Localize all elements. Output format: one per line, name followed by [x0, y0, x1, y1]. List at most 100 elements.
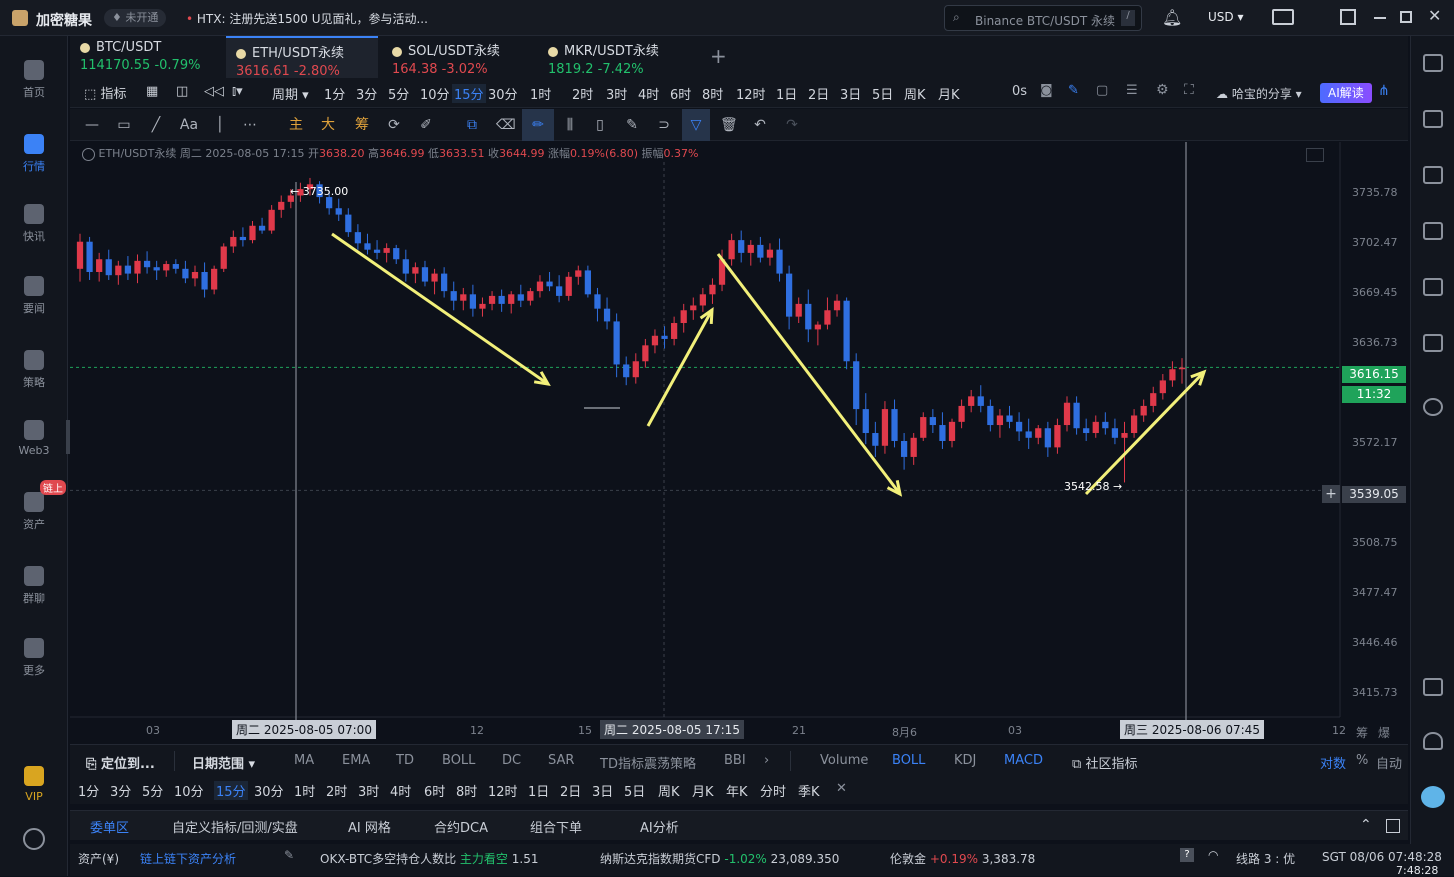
add-tab-icon[interactable]: +	[710, 44, 727, 68]
chip-button[interactable]: 筹	[354, 117, 370, 133]
indicator-button[interactable]: ⬚ 指标	[84, 83, 126, 102]
bottom-tab[interactable]: 自定义指标/回测/实盘	[172, 817, 298, 836]
bottom-tab[interactable]: 组合下单	[530, 817, 582, 836]
menu-icon[interactable]: ☰	[1126, 83, 1138, 98]
chart-type-icon[interactable]: ⫾▾	[232, 84, 243, 99]
membership-badge[interactable]: ♦ 未开通	[104, 9, 167, 27]
period-option[interactable]: 3日	[840, 84, 861, 103]
date-range-dropdown[interactable]: 日期范围 ▾	[192, 753, 255, 772]
news-ticker[interactable]: • HTX: 注册先送1500 U见面礼，参与活动...	[186, 10, 428, 27]
vertical-line-icon[interactable]: │	[212, 117, 228, 133]
assistant-icon[interactable]	[1421, 786, 1445, 808]
period-option[interactable]: 8时	[702, 84, 723, 103]
brush-icon[interactable]: ✐	[418, 117, 434, 133]
auto-scale-toggle[interactable]: 自动	[1376, 753, 1402, 772]
close-period-bar-icon[interactable]: ✕	[836, 781, 847, 796]
dollar-icon[interactable]	[1423, 166, 1443, 184]
quick-period-option[interactable]: 5日	[624, 781, 645, 800]
monitor-icon[interactable]	[1423, 278, 1443, 296]
period-option[interactable]: 12时	[736, 84, 766, 103]
quick-period-option[interactable]: 1日	[528, 781, 549, 800]
cycle-icon[interactable]: ⟳	[386, 117, 402, 133]
price-chart[interactable]: ETH/USDT永续 周二 2025-08-05 17:15 开3638.20 …	[70, 142, 1408, 742]
period-option[interactable]: 15分	[452, 84, 486, 103]
period-option[interactable]: 4时	[638, 84, 659, 103]
close-icon[interactable]: ✕	[1428, 6, 1441, 25]
edit-feed-icon[interactable]: ✎	[284, 848, 294, 862]
main-indicator[interactable]: DC	[502, 753, 521, 768]
trash-icon[interactable]: 🗑︎	[720, 117, 738, 133]
candles-icon[interactable]: ⫼	[560, 117, 580, 133]
nav-web3[interactable]: Web3	[0, 420, 68, 457]
quick-period-option[interactable]: 3时	[358, 781, 379, 800]
clipboard-icon[interactable]: ▯	[592, 117, 608, 133]
period-option[interactable]: 30分	[488, 84, 518, 103]
symbol-tab[interactable]: SOL/USDT永续 164.38 -3.02%	[382, 36, 534, 78]
main-indicator[interactable]: TD	[396, 753, 414, 768]
community-indicator[interactable]: ⧉ 社区指标	[1072, 753, 1137, 772]
undo-icon[interactable]: ↶	[752, 117, 768, 133]
period-option[interactable]: 1时	[530, 84, 551, 103]
symbol-tab[interactable]: BTC/USDT 114170.55 -0.79%	[70, 36, 222, 78]
etf-icon[interactable]	[1423, 334, 1443, 352]
quick-period-option[interactable]: 4时	[390, 781, 411, 800]
ai-button[interactable]: AI解读	[1320, 83, 1372, 103]
eraser-icon[interactable]: ⌫	[496, 117, 516, 133]
document-icon[interactable]	[1423, 110, 1443, 128]
bell-icon[interactable]: 🔔︎	[1162, 8, 1182, 27]
quick-period-option[interactable]: 3分	[110, 781, 131, 800]
redo-icon[interactable]: ↷	[784, 117, 800, 133]
locate-button[interactable]: ⎘ 定位到...	[86, 753, 155, 772]
trend-icon[interactable]	[1423, 222, 1443, 240]
bottom-tab[interactable]: AI分析	[640, 817, 679, 836]
search-box[interactable]: ⌕ Binance BTC/USDT 永续 /	[944, 5, 1142, 31]
period-option[interactable]: 10分	[420, 84, 450, 103]
period-option[interactable]: 1日	[776, 84, 797, 103]
quick-period-option[interactable]: 12时	[488, 781, 518, 800]
quick-period-option[interactable]: 月K	[692, 781, 714, 800]
log-scale-toggle[interactable]: 对数	[1320, 753, 1346, 772]
chain-analysis-link[interactable]: 链上链下资产分析	[140, 850, 236, 867]
quick-period-option[interactable]: 8时	[456, 781, 477, 800]
camera-icon[interactable]: ◙	[1040, 83, 1053, 98]
quick-period-option[interactable]: 5分	[142, 781, 163, 800]
maximize-icon[interactable]	[1400, 11, 1412, 23]
sub-indicator[interactable]: MACD	[1004, 753, 1043, 768]
calendar-icon[interactable]: ▦	[146, 84, 158, 99]
period-dropdown[interactable]: 周期 ▾	[272, 84, 309, 103]
nav-news[interactable]: 要闻	[0, 276, 68, 316]
quick-period-option[interactable]: 6时	[424, 781, 445, 800]
nav-group-chat[interactable]: 群聊	[0, 566, 68, 606]
main-indicator[interactable]: BOLL	[442, 753, 475, 768]
nav-market[interactable]: 行情	[0, 134, 68, 174]
period-option[interactable]: 月K	[938, 84, 960, 103]
main-indicator[interactable]: MA	[294, 753, 314, 768]
draw-mode-icon[interactable]: ✏	[522, 109, 554, 141]
bottom-tab[interactable]: 合约DCA	[434, 817, 488, 836]
headset-icon[interactable]	[1423, 732, 1443, 750]
sub-indicator[interactable]: Volume	[820, 753, 868, 768]
quick-period-option[interactable]: 3日	[592, 781, 613, 800]
period-option[interactable]: 2时	[572, 84, 593, 103]
exchange-icon[interactable]	[1423, 398, 1443, 416]
symbol-tab[interactable]: MKR/USDT永续 1819.2 -7.42%	[538, 36, 690, 78]
settings-icon[interactable]: ⚙	[1156, 82, 1169, 98]
line-status[interactable]: 线路 3 : 优	[1236, 850, 1295, 867]
horizontal-line-icon[interactable]: —	[84, 117, 100, 133]
chip-axis-label[interactable]: 筹	[1356, 724, 1368, 741]
magnet-icon[interactable]: ⊃	[656, 117, 672, 133]
sub-indicator[interactable]: BOLL	[892, 753, 925, 768]
feed-btc-ratio[interactable]: OKX-BTC多空持仓人数比 主力看空 1.51	[320, 850, 538, 867]
share-dropdown[interactable]: ☁ 哈宝的分享 ▾	[1216, 85, 1302, 102]
asset-label[interactable]: 资产(¥)	[78, 850, 119, 867]
copy-icon[interactable]: ⧉	[464, 117, 480, 133]
pen-icon[interactable]: ✎	[1068, 83, 1079, 98]
main-indicator[interactable]: BBI	[724, 753, 746, 768]
fullscreen-icon[interactable]: ⛶	[1184, 82, 1194, 98]
rectangle-icon[interactable]: ▭	[116, 117, 132, 133]
list-icon[interactable]	[1423, 54, 1443, 72]
nav-home[interactable]: 首页	[0, 60, 68, 100]
indicator-scroll-icon[interactable]: ›	[764, 753, 769, 768]
main-chart-button[interactable]: 主	[288, 117, 304, 133]
comment-icon[interactable]: ▢	[1096, 83, 1108, 98]
